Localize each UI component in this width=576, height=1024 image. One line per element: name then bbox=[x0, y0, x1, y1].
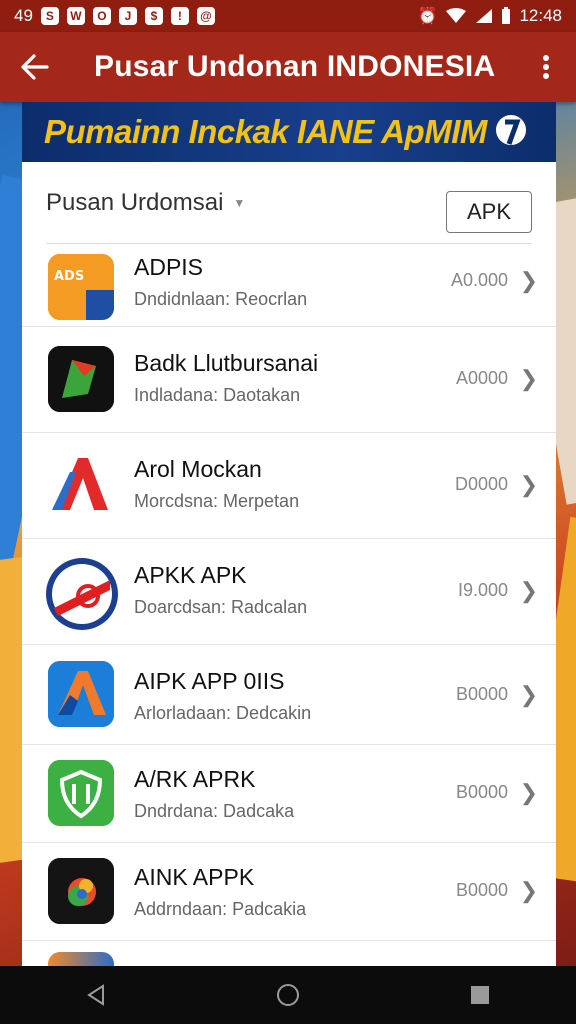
signal-icon bbox=[476, 9, 493, 23]
list-item[interactable]: Badk Llutbursanai Indladana: Daotakan A0… bbox=[22, 326, 556, 433]
app-name: Badk Llutbursanai bbox=[134, 350, 319, 376]
notification-icon: ! bbox=[170, 7, 189, 25]
list-item[interactable]: APKK APK Doarcdsan: Radcalan I9.000 ❯ bbox=[22, 538, 556, 645]
chevron-right-icon: ❯ bbox=[519, 268, 538, 293]
chevron-right-icon: ❯ bbox=[519, 780, 538, 805]
app-value: B0000 bbox=[455, 880, 508, 900]
nav-back-button[interactable] bbox=[66, 966, 126, 1024]
list-item[interactable]: AINK APPK Addrndaan: Padcakia B0000 ❯ bbox=[22, 842, 556, 941]
battery-icon bbox=[502, 7, 511, 24]
app-name: ADPIS bbox=[134, 254, 204, 280]
round-seal-icon bbox=[44, 556, 120, 632]
app-subtitle: Dndidnlaan: Reocrlan bbox=[134, 289, 308, 309]
notification-icon: O bbox=[92, 7, 111, 25]
alarm-icon: ⏰ bbox=[417, 8, 438, 25]
notification-icon: $ bbox=[144, 7, 163, 25]
app-subtitle: Indladana: Daotakan bbox=[134, 385, 301, 405]
app-subtitle: Arlorladaan: Dedcakin bbox=[134, 703, 312, 723]
chevron-right-icon: ❯ bbox=[519, 682, 538, 707]
colorful-bird-icon bbox=[48, 858, 114, 924]
notification-icon: J bbox=[118, 7, 137, 25]
wifi-icon bbox=[446, 8, 467, 23]
page-title: Pusar Undonan INDONESIA bbox=[94, 50, 496, 83]
list-item[interactable] bbox=[22, 940, 556, 966]
status-bar: 49 S W O J $ ! @ ⏰ 12:48 bbox=[0, 0, 576, 32]
app-list-card: Pusan Urdomsai ▼ APK ADS ADPIS Dndidnlaa… bbox=[22, 162, 556, 966]
more-vert-icon bbox=[543, 55, 549, 79]
blue-a-icon bbox=[48, 661, 114, 727]
app-subtitle: Dndrdana: Dadcaka bbox=[134, 801, 295, 821]
app-name: AIPK APP 0IIS bbox=[134, 668, 285, 694]
app-icon-partial bbox=[48, 952, 114, 966]
list-item[interactable]: Arol Mockan Morcdsna: Merpetan D0000 ❯ bbox=[22, 432, 556, 539]
nav-home-button[interactable] bbox=[258, 966, 318, 1024]
chevron-right-icon: ❯ bbox=[519, 578, 538, 603]
status-time: 12:48 bbox=[519, 6, 562, 25]
notification-icon: S bbox=[40, 7, 59, 25]
notification-icon: @ bbox=[196, 7, 215, 25]
chevron-right-icon: ❯ bbox=[519, 878, 538, 903]
list-item[interactable]: A/RK APRK Dndrdana: Dadcaka B0000 ❯ bbox=[22, 744, 556, 843]
nav-home-icon bbox=[277, 984, 299, 1006]
promo-banner[interactable]: Pumainn Inckak IANE ApMIM bbox=[22, 102, 556, 162]
list-item[interactable]: ADS ADPIS Dndidnlaan: Reocrlan A0.000 ❯ bbox=[22, 244, 556, 327]
list-item[interactable]: AIPK APP 0IIS Arlorladaan: Dedcakin B000… bbox=[22, 644, 556, 745]
svg-text:ADS: ADS bbox=[54, 269, 84, 284]
status-time-left: 49 bbox=[14, 6, 33, 25]
app-value: A0000 bbox=[455, 368, 508, 388]
chevron-right-icon: ❯ bbox=[519, 366, 538, 391]
caret-down-icon[interactable]: ▼ bbox=[233, 196, 245, 210]
nav-recents-icon bbox=[471, 986, 489, 1004]
banner-text: Pumainn Inckak IANE ApMIM bbox=[44, 113, 487, 150]
app-name: Arol Mockan bbox=[134, 456, 262, 482]
overflow-menu-button[interactable] bbox=[516, 54, 576, 80]
apk-filter-button[interactable]: APK bbox=[446, 191, 532, 233]
app-subtitle: Morcdsna: Merpetan bbox=[134, 491, 300, 511]
filter-bar: Pusan Urdomsai ▼ APK bbox=[22, 162, 556, 244]
red-a-icon bbox=[48, 452, 114, 518]
app-value: I9.000 bbox=[457, 580, 508, 600]
chevron-right-icon: ❯ bbox=[519, 472, 538, 497]
app-name: AINK APPK bbox=[134, 864, 255, 890]
app-bar: Pusar Undonan INDONESIA bbox=[0, 32, 576, 102]
app-name: A/RK APRK bbox=[134, 766, 256, 792]
green-leaf-icon bbox=[48, 346, 114, 412]
system-nav-bar bbox=[0, 966, 576, 1024]
orange-badge-icon: ADS bbox=[48, 254, 114, 320]
arrow-left-icon bbox=[21, 54, 49, 80]
app-value: B0000 bbox=[455, 782, 508, 802]
green-shield-icon bbox=[48, 760, 114, 826]
app-subtitle: Doarcdsan: Radcalan bbox=[134, 597, 308, 617]
app-value: D0000 bbox=[454, 474, 508, 494]
app-name: APKK APK bbox=[134, 562, 247, 588]
app-value: B0000 bbox=[455, 684, 508, 704]
app-value: A0.000 bbox=[450, 270, 508, 290]
category-dropdown[interactable]: Pusan Urdomsai bbox=[46, 189, 223, 217]
nav-recents-button[interactable] bbox=[450, 966, 510, 1024]
app-subtitle: Addrndaan: Padcakia bbox=[134, 899, 307, 919]
banner-emblem-icon bbox=[495, 115, 526, 145]
nav-back-icon bbox=[87, 984, 104, 1006]
back-button[interactable] bbox=[0, 54, 70, 80]
notification-icon: W bbox=[66, 7, 85, 25]
